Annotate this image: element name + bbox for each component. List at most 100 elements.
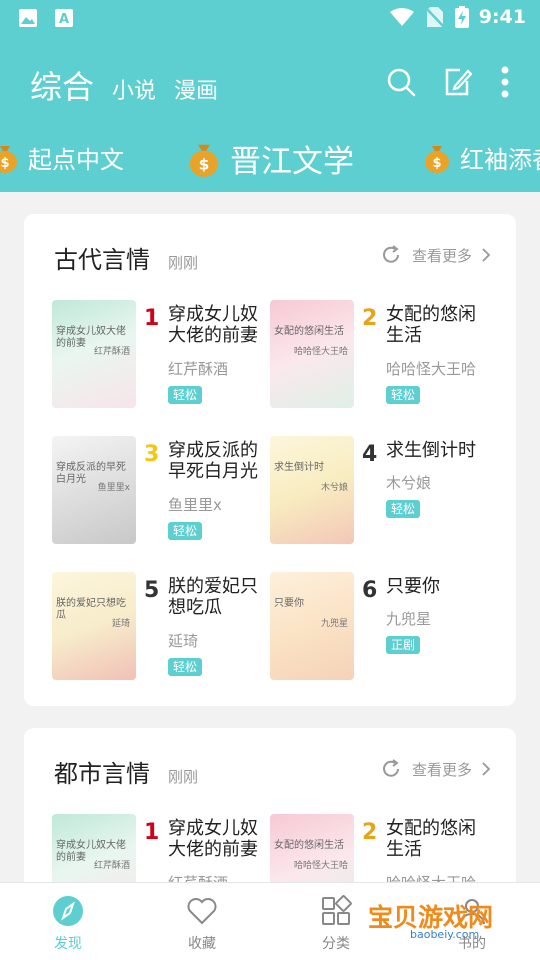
section-card-ancient-romance: 古代言情 刚刚 查看更多 穿成女儿奴大佬的前妻 红芹酥酒 1 穿成女儿奴大佬的前… — [24, 214, 516, 706]
cover-author: 木兮娘 — [320, 483, 348, 493]
svg-text:A: A — [59, 12, 69, 27]
nav-discover[interactable]: 发现 — [28, 895, 108, 953]
marquee-item-jjwxc[interactable]: $ 晋江文学 — [186, 136, 354, 180]
marquee-label: 红袖添香 — [460, 146, 540, 174]
section-title: 都市言情 — [54, 760, 150, 788]
cover-author: 哈哈怪大王哈 — [293, 861, 348, 871]
nav-label: 发现 — [54, 936, 82, 952]
book-title: 女配的悠闲生活 — [386, 818, 476, 860]
book-author: 九兜星 — [386, 610, 432, 628]
book-cover: 朕的爱妃只想吃瓜 延琦 — [52, 572, 136, 680]
book-author: 红芹酥酒 — [168, 360, 229, 378]
status-bar: A 9:41 — [0, 0, 540, 36]
book-cover: 女配的悠闲生活 哈哈怪大王哈 — [270, 300, 354, 408]
cover-author: 红芹酥酒 — [93, 347, 130, 357]
book-item[interactable]: 穿成女儿奴大佬的前妻 红芹酥酒 1 穿成女儿奴大佬的前妻 红芹酥酒 轻松 — [52, 300, 272, 412]
book-title: 穿成女儿奴大佬的前妻 — [168, 304, 258, 346]
book-author: 哈哈怪大王哈 — [386, 360, 477, 378]
tab-comic[interactable]: 漫画 — [174, 73, 218, 105]
book-tag: 轻松 — [168, 658, 203, 676]
book-author: 鱼里里x — [168, 496, 222, 514]
view-more-button[interactable]: 查看更多 — [380, 758, 490, 780]
view-more-button[interactable]: 查看更多 — [380, 244, 490, 266]
book-tag: 轻松 — [168, 522, 203, 540]
book-item[interactable]: 女配的悠闲生活 哈哈怪大王哈 2 女配的悠闲生活 哈哈怪大王哈 轻松 — [270, 300, 490, 412]
book-author: 木兮娘 — [386, 474, 432, 492]
book-item[interactable]: 穿成反派的早死白月光 鱼里里x 3 穿成反派的早死白月光 鱼里里x 轻松 — [52, 436, 272, 548]
view-more-label: 查看更多 — [411, 760, 472, 779]
font-icon: A — [55, 9, 73, 27]
book-item[interactable]: 求生倒计时 木兮娘 4 求生倒计时 木兮娘 轻松 — [270, 436, 490, 548]
book-cover: 穿成女儿奴大佬的前妻 红芹酥酒 — [52, 300, 136, 408]
cover-author: 红芹酥酒 — [93, 861, 130, 871]
book-cover: 只要你 九兜星 — [270, 572, 354, 680]
cover-title: 求生倒计时 — [274, 462, 324, 473]
watermark: 宝贝游戏网 baobeiy.com — [362, 892, 512, 954]
cover-title: 女配的悠闲生活 — [274, 840, 344, 851]
rank-number: 1 — [144, 820, 160, 845]
book-title: 求生倒计时 — [386, 440, 476, 461]
book-tag: 轻松 — [386, 500, 421, 518]
image-icon — [19, 9, 37, 27]
nav-label: 收藏 — [188, 936, 216, 952]
watermark-url: baobeiy.com — [410, 928, 480, 941]
book-title: 只要你 — [386, 576, 440, 597]
book-tag: 轻松 — [386, 386, 421, 404]
section-card-urban-romance: 都市言情 刚刚 查看更多 穿成女儿奴大佬的前妻 红芹酥酒 1 穿成女儿奴大佬的前… — [24, 728, 516, 922]
nav-favorites[interactable]: 收藏 — [162, 895, 242, 953]
edit-icon[interactable] — [444, 67, 472, 97]
wifi-icon — [389, 8, 414, 26]
grid-icon — [322, 895, 352, 925]
marquee-label: 晋江文学 — [230, 144, 354, 180]
rank-number: 1 — [144, 306, 160, 331]
tab-novel[interactable]: 小说 — [112, 73, 156, 105]
cover-author: 九兜星 — [320, 619, 348, 629]
more-vertical-icon[interactable] — [500, 66, 510, 98]
rank-number: 2 — [362, 820, 378, 845]
svg-text:$: $ — [199, 155, 210, 173]
book-tag: 正剧 — [386, 636, 421, 654]
rank-number: 5 — [144, 578, 160, 603]
search-icon[interactable] — [386, 67, 416, 97]
marquee-item-hongxiu[interactable]: $ 红袖添香 — [422, 140, 540, 175]
rank-number: 6 — [362, 578, 378, 603]
section-title: 古代言情 — [54, 246, 150, 274]
money-bag-icon: $ — [425, 145, 449, 173]
heart-icon — [187, 898, 217, 925]
chevron-right-icon — [482, 248, 490, 262]
book-tag: 轻松 — [168, 386, 203, 404]
marquee-label: 起点中文 — [28, 146, 124, 174]
rank-number: 3 — [144, 442, 160, 467]
book-item[interactable]: 只要你 九兜星 6 只要你 九兜星 正剧 — [270, 572, 490, 684]
top-tabs: 综合 小说 漫画 — [30, 62, 218, 108]
battery-charging-icon — [454, 6, 469, 28]
money-bag-icon: $ — [189, 144, 219, 177]
section-updated-time: 刚刚 — [168, 254, 199, 272]
cover-title: 女配的悠闲生活 — [274, 326, 344, 337]
book-cover: 求生倒计时 木兮娘 — [270, 436, 354, 544]
compass-icon — [53, 896, 83, 926]
cover-author: 延琦 — [111, 619, 130, 629]
svg-text:$: $ — [0, 156, 9, 171]
cover-author: 鱼里里x — [97, 483, 130, 493]
view-more-label: 查看更多 — [411, 246, 472, 265]
marquee-item-qidian[interactable]: $ 起点中文 — [0, 140, 124, 175]
money-bag-icon: $ — [0, 145, 17, 173]
refresh-icon[interactable] — [380, 758, 402, 780]
book-title: 穿成反派的早死白月光 — [168, 440, 258, 482]
cover-title: 只要你 — [274, 598, 304, 609]
book-item[interactable]: 朕的爱妃只想吃瓜 延琦 5 朕的爱妃只想吃瓜 延琦 轻松 — [52, 572, 272, 684]
book-title: 朕的爱妃只想吃瓜 — [168, 576, 258, 618]
tab-comprehensive[interactable]: 综合 — [30, 62, 94, 108]
source-marquee: $ 起点中文 $ 晋江文学 $ 红袖添香 — [0, 134, 540, 180]
rank-number: 4 — [362, 442, 378, 467]
refresh-icon[interactable] — [380, 244, 402, 266]
app-header: A 9:41 综合 小说 漫画 $ 起点中文 $ 晋江文学 $ 红袖添香 — [0, 0, 540, 192]
book-cover: 穿成反派的早死白月光 鱼里里x — [52, 436, 136, 544]
no-sim-icon — [424, 7, 445, 28]
book-title: 穿成女儿奴大佬的前妻 — [168, 818, 258, 860]
section-updated-time: 刚刚 — [168, 768, 199, 786]
book-title: 女配的悠闲生活 — [386, 304, 476, 346]
cover-author: 哈哈怪大王哈 — [293, 347, 348, 357]
rank-number: 2 — [362, 306, 378, 331]
